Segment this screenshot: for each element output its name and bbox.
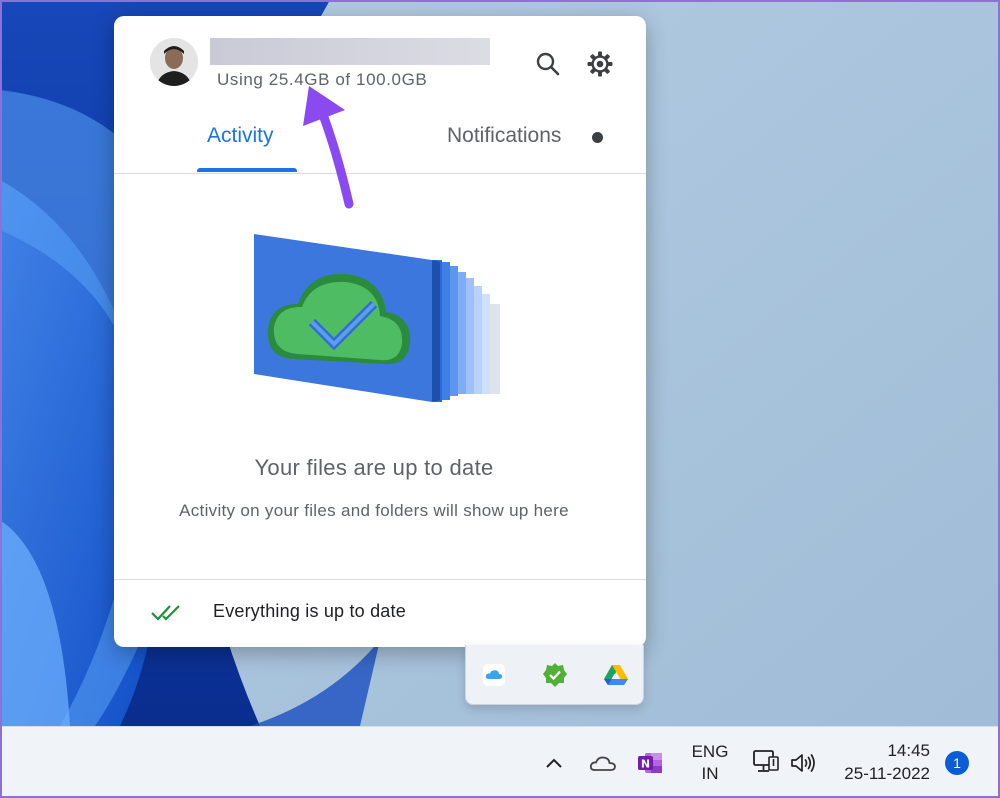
language-code: ENG <box>691 742 729 761</box>
show-hidden-icons-button[interactable] <box>542 753 566 773</box>
annotation-arrow <box>303 86 354 209</box>
tray-icloud[interactable] <box>480 661 508 689</box>
clock-date: 25-11-2022 <box>844 764 930 783</box>
settings-button[interactable] <box>584 48 616 80</box>
tab-activity[interactable]: Activity <box>207 124 274 148</box>
notification-center-badge[interactable]: 1 <box>945 751 969 775</box>
empty-state-title: Your files are up to date <box>254 455 494 480</box>
files-synced-illustration <box>254 234 500 402</box>
volume-icon <box>791 754 815 772</box>
onedrive-cloud-icon <box>589 756 616 771</box>
tray-overflow-flyout <box>465 645 644 705</box>
taskbar-clock[interactable]: 14:45 25-11-2022 <box>832 739 930 785</box>
gear-icon <box>587 51 613 77</box>
chevron-up-icon <box>546 758 562 768</box>
network-status-button[interactable] <box>752 748 780 776</box>
input-language-indicator[interactable]: ENG IN <box>686 741 734 785</box>
avatar[interactable] <box>150 38 198 86</box>
double-check-icon <box>151 605 180 621</box>
tab-notifications[interactable]: Notifications <box>447 124 561 148</box>
volume-button[interactable] <box>788 750 818 776</box>
search-button[interactable] <box>532 48 564 80</box>
svg-text:N: N <box>641 758 650 771</box>
taskbar: N ENG IN 14:45 25-11-2022 1 <box>0 726 1000 798</box>
drive-activity-popup: Using 25.4GB of 100.0GB Activity Notific… <box>114 16 646 647</box>
sync-status-text: Everything is up to date <box>213 601 406 621</box>
sync-check-icon <box>543 663 567 687</box>
language-region: IN <box>701 764 719 783</box>
onenote-icon: N <box>638 753 662 773</box>
tabs-divider <box>114 173 646 174</box>
empty-state-subtitle: Activity on your files and folders will … <box>179 501 569 520</box>
search-icon <box>536 52 560 76</box>
icloud-icon <box>483 664 505 686</box>
tray-google-drive[interactable] <box>602 661 630 689</box>
tray-sync-check[interactable] <box>541 661 569 689</box>
clock-time: 14:45 <box>887 741 930 760</box>
account-name-redacted <box>210 38 490 65</box>
onenote-tray-button[interactable]: N <box>636 750 664 776</box>
unread-notification-dot <box>592 132 603 143</box>
tab-active-indicator <box>197 168 297 172</box>
google-drive-icon <box>604 665 628 685</box>
onedrive-tray-button[interactable] <box>588 751 618 775</box>
footer-divider <box>114 579 646 580</box>
network-icon <box>753 750 779 772</box>
